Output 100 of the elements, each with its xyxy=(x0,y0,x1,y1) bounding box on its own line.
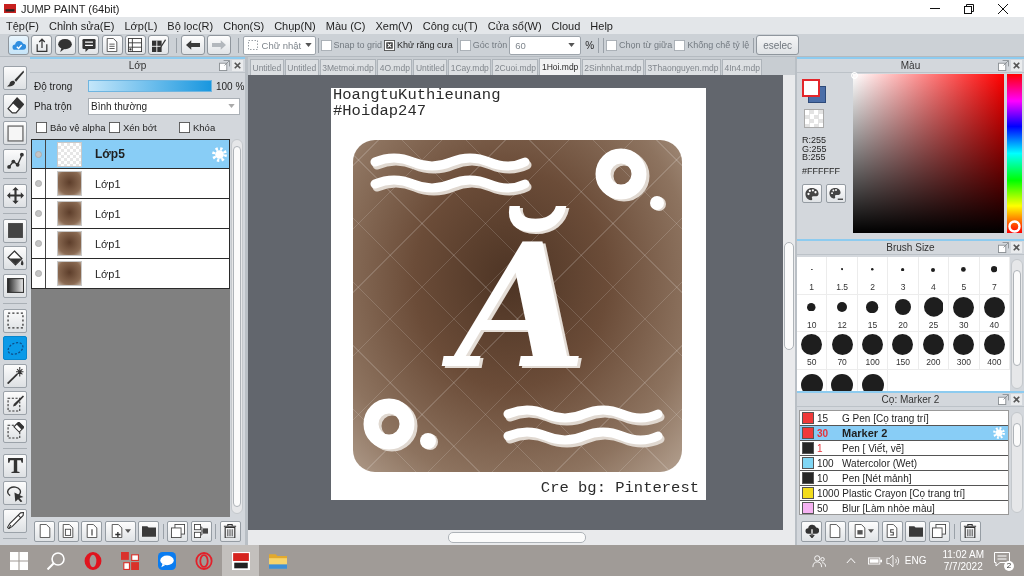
color-gradient-field[interactable] xyxy=(853,74,1004,233)
icon-button[interactable] xyxy=(54,35,76,55)
icon-button[interactable] xyxy=(905,520,926,542)
brush-row[interactable]: 10 Pen [Nét mảnh] xyxy=(800,471,1008,486)
brush-size-option[interactable]: 3 xyxy=(888,257,919,295)
icon-button[interactable] xyxy=(138,520,159,542)
horizontal-scrollbar[interactable] xyxy=(248,530,795,545)
menu-item[interactable]: Cloud xyxy=(546,17,586,34)
icon-button[interactable] xyxy=(34,520,55,542)
brush-row[interactable]: 30 Marker 2 xyxy=(800,426,1008,441)
brush-size-option[interactable]: 400 xyxy=(979,332,1010,370)
tool-button[interactable] xyxy=(3,218,27,243)
icon-button[interactable] xyxy=(824,520,846,542)
tool-button[interactable] xyxy=(3,418,27,443)
icon-button[interactable] xyxy=(802,184,822,204)
brush-size-option[interactable]: 50 xyxy=(797,332,828,370)
dot-icon[interactable] xyxy=(35,210,42,217)
scrollbar-thumb[interactable] xyxy=(784,242,794,350)
icon-button[interactable] xyxy=(31,35,53,55)
tool-button[interactable] xyxy=(3,93,27,118)
menu-item[interactable]: Help xyxy=(585,17,618,34)
brush-size-option[interactable]: 1 xyxy=(797,257,828,295)
checkbox[interactable] xyxy=(384,39,396,51)
vertical-scrollbar[interactable] xyxy=(783,75,795,530)
brush-size-option[interactable]: 30 xyxy=(949,294,980,332)
close-icon[interactable] xyxy=(1011,242,1022,253)
scrollbar-thumb[interactable] xyxy=(448,532,586,543)
hue-slider[interactable] xyxy=(1007,74,1022,233)
scrollbar-thumb[interactable] xyxy=(1013,270,1021,366)
vertical-scrollbar[interactable] xyxy=(1011,412,1023,513)
menu-item[interactable]: Chụp(N) xyxy=(269,17,321,34)
close-icon[interactable] xyxy=(1011,60,1022,71)
layer-row[interactable]: Lớp1 xyxy=(31,199,230,229)
icon-button[interactable] xyxy=(81,520,102,542)
vertical-scrollbar[interactable] xyxy=(1011,259,1023,389)
tool-button[interactable] xyxy=(3,66,27,90)
brush-size-option[interactable]: 5 xyxy=(949,257,980,295)
menu-item[interactable]: Màu (C) xyxy=(320,17,371,34)
dot-icon[interactable] xyxy=(35,180,42,187)
brush-row[interactable]: 100 Watercolor (Wet) xyxy=(800,456,1008,471)
icon-button[interactable] xyxy=(848,520,879,542)
scrollbar-thumb[interactable] xyxy=(1013,423,1021,447)
icon-button[interactable] xyxy=(148,35,170,55)
icon-button[interactable] xyxy=(124,35,146,55)
brush-size-option[interactable]: 10 xyxy=(797,294,828,332)
icon-button[interactable] xyxy=(881,520,903,542)
icon-button[interactable] xyxy=(959,520,981,542)
brush-size-option[interactable]: 300 xyxy=(949,332,980,370)
tool-button[interactable] xyxy=(3,481,27,505)
brush-row[interactable]: 15 G Pen [Cọ trang trí] xyxy=(800,411,1008,426)
tool-button[interactable] xyxy=(3,453,27,478)
layer-row[interactable]: Lớp1 xyxy=(31,229,230,259)
menu-item[interactable]: Bộ lọc(R) xyxy=(162,17,219,34)
icon-button[interactable] xyxy=(167,520,188,542)
icon-button[interactable] xyxy=(826,184,846,204)
opacity-slider[interactable] xyxy=(88,80,212,92)
dot-icon[interactable] xyxy=(35,150,42,158)
brush-size-option[interactable]: 20 xyxy=(888,294,919,332)
tool-button[interactable] xyxy=(3,273,27,298)
undo-button[interactable] xyxy=(180,35,205,55)
transparent-color-swatch[interactable] xyxy=(804,109,824,128)
notification-icon[interactable] xyxy=(994,551,1010,567)
icon-button[interactable] xyxy=(190,520,212,542)
menu-item[interactable]: Chọn(S) xyxy=(218,17,270,34)
menu-item[interactable]: Tệp(F) xyxy=(1,17,44,34)
brush-size-option[interactable]: 100 xyxy=(857,332,889,370)
brush-size-option[interactable]: 4 xyxy=(918,257,950,295)
icon-button[interactable] xyxy=(801,520,822,542)
icon-button[interactable] xyxy=(57,520,79,542)
brush-size-option[interactable]: 1.5 xyxy=(827,257,858,295)
dot-icon[interactable] xyxy=(35,270,42,277)
layer-row[interactable]: Lớp5 xyxy=(31,139,230,169)
close-icon[interactable] xyxy=(232,60,243,71)
tool-button[interactable] xyxy=(3,508,27,533)
checkbox[interactable] xyxy=(179,121,190,133)
checkbox[interactable] xyxy=(109,121,120,133)
brush-size-option[interactable]: 70 xyxy=(827,332,858,370)
tool-button[interactable] xyxy=(3,391,27,415)
brush-size-option[interactable]: 150 xyxy=(888,332,919,370)
icon-button[interactable] xyxy=(104,520,136,542)
checkbox[interactable] xyxy=(36,121,47,133)
color-swatch-pair-icon[interactable] xyxy=(802,79,826,103)
icon-button[interactable] xyxy=(219,520,241,542)
icon-button[interactable] xyxy=(928,520,950,542)
icon-button[interactable] xyxy=(78,35,100,55)
tool-button[interactable] xyxy=(3,363,27,388)
brush-row[interactable]: 1 Pen [ Viết, vẽ] xyxy=(800,441,1008,456)
layer-row[interactable]: Lớp1 xyxy=(31,259,230,289)
brush-size-option[interactable]: 200 xyxy=(918,332,950,370)
document-tab[interactable]: 1Hoi.mdp xyxy=(539,58,581,75)
scrollbar-thumb[interactable] xyxy=(233,146,241,507)
tool-button[interactable] xyxy=(3,148,27,173)
brush-row[interactable]: 1000 Plastic Crayon [Cọ trang trí] xyxy=(800,486,1008,501)
toolbar-button[interactable]: eselec xyxy=(756,35,800,55)
menu-item[interactable]: Xem(V) xyxy=(370,17,418,34)
menu-item[interactable]: Cửa sổ(W) xyxy=(482,17,547,34)
menu-item[interactable]: Công cụ(T) xyxy=(417,17,483,34)
icon-button[interactable] xyxy=(101,35,123,55)
close-icon[interactable] xyxy=(1011,394,1022,405)
taskbar-button[interactable] xyxy=(222,545,259,576)
